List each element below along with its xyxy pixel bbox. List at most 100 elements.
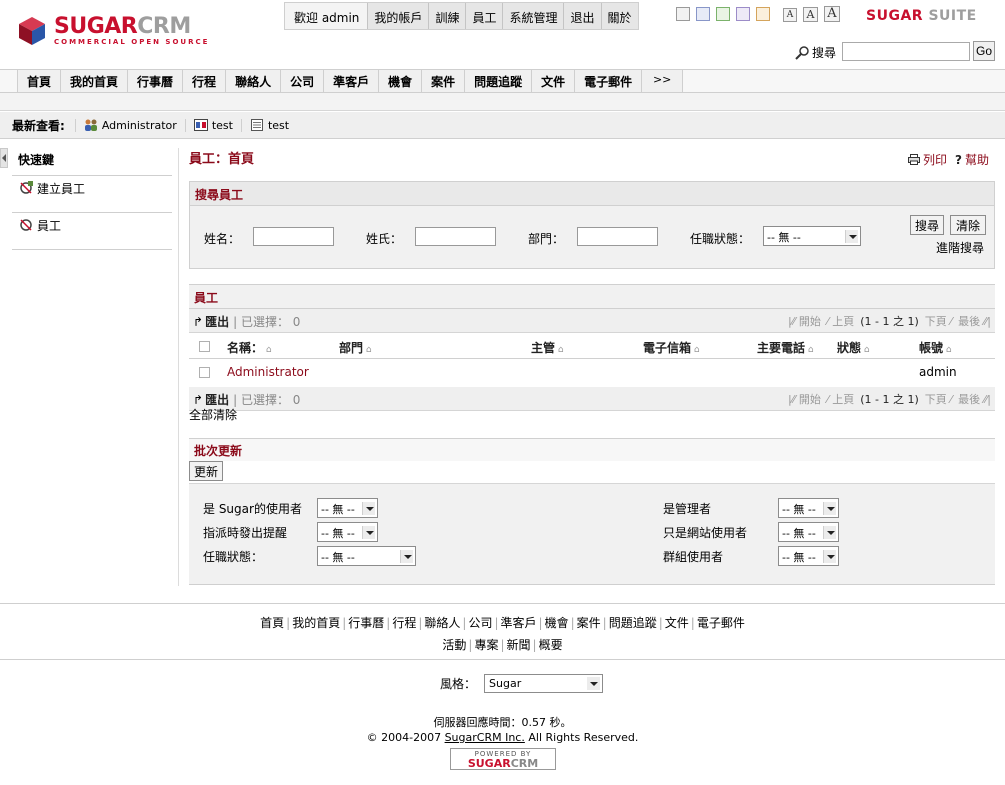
footer-link[interactable]: 機會 — [545, 616, 569, 630]
footer-link[interactable]: 聯絡人 — [424, 616, 460, 630]
notify-on-assign-select[interactable]: -- 無 -- — [317, 522, 378, 542]
employee-name-link[interactable]: Administrator — [227, 365, 309, 379]
col-phone[interactable]: 主要電話 — [757, 339, 814, 356]
is-admin-select[interactable]: -- 無 -- — [778, 498, 839, 518]
pager-prev[interactable]: ⁄ 上頁 — [827, 391, 854, 407]
my-account-link[interactable]: 我的帳戶 — [368, 3, 430, 29]
last-viewed-item[interactable]: Administrator — [74, 118, 185, 132]
font-size-small[interactable]: A — [783, 8, 797, 22]
shortcut-employees[interactable]: 員工 — [12, 213, 172, 250]
group-user-select[interactable]: -- 無 -- — [778, 546, 839, 566]
tab-leads[interactable]: 準客戶 — [323, 70, 379, 92]
tab-cases[interactable]: 案件 — [421, 70, 465, 92]
chevron-down-icon — [362, 502, 375, 515]
tab-opportunities[interactable]: 機會 — [378, 70, 422, 92]
pager-start[interactable]: |⁄⁄ 開始 — [788, 313, 821, 329]
advanced-search-link[interactable]: 進階搜尋 — [936, 239, 984, 256]
theme-swatch-green[interactable] — [716, 7, 730, 21]
footer-link[interactable]: 概要 — [539, 638, 563, 652]
chevron-down-icon — [845, 230, 858, 243]
theme-swatch-blue[interactable] — [696, 7, 710, 21]
pager-end[interactable]: 最後 ⁄⁄| — [958, 313, 991, 329]
footer-links-row2: 活動 | 專案 | 新聞 | 概要 — [442, 638, 563, 652]
tab-calendar[interactable]: 行事曆 — [127, 70, 183, 92]
theme-swatch-orange[interactable] — [756, 7, 770, 21]
print-link[interactable]: 列印 — [908, 151, 947, 168]
shortcut-create-employee[interactable]: 建立員工 — [12, 176, 172, 213]
row-checkbox[interactable] — [199, 367, 210, 378]
sugarcrm-inc-link[interactable]: SugarCRM Inc. — [445, 731, 525, 744]
tab-documents[interactable]: 文件 — [531, 70, 575, 92]
footer-link[interactable]: 公司 — [468, 616, 492, 630]
footer-link[interactable]: 行事曆 — [348, 616, 384, 630]
footer-link[interactable]: 專案 — [474, 638, 498, 652]
footer-links-row1: 首頁 | 我的首頁 | 行事曆 | 行程 | 聯絡人 | 公司 | 準客戶 | 機會 | 案件 | 問題追蹤 | 文件 |… — [260, 616, 745, 630]
sugarcrm-logo[interactable]: SUGARCRM COMMERCIAL OPEN SOURCE — [16, 14, 216, 50]
col-username[interactable]: 帳號 — [919, 339, 952, 356]
pager-next[interactable]: 下頁 ⁄ — [925, 313, 952, 329]
clear-button[interactable]: 清除 — [950, 215, 986, 235]
tab-emails[interactable]: 電子郵件 — [574, 70, 642, 92]
help-link[interactable]: ? 幫助 — [955, 151, 989, 168]
pager-end[interactable]: 最後 ⁄⁄| — [958, 391, 991, 407]
theme-swatch-purple[interactable] — [736, 7, 750, 21]
tab-activities[interactable]: 行程 — [182, 70, 226, 92]
tab-contacts[interactable]: 聯絡人 — [225, 70, 281, 92]
last-name-input[interactable] — [415, 227, 496, 246]
logout-link[interactable]: 退出 — [564, 3, 602, 29]
tab-bugs[interactable]: 問題追蹤 — [464, 70, 532, 92]
col-department[interactable]: 部門 — [339, 339, 372, 356]
tab-more[interactable]: >> — [641, 70, 684, 92]
export-button[interactable]: ↱ 匯出 — [193, 313, 229, 330]
last-viewed-item[interactable]: test — [184, 118, 241, 132]
department-label: 部門： — [528, 232, 565, 246]
font-size-large[interactable]: A — [824, 6, 840, 22]
shortcuts-panel: 快速鍵 建立員工 員工 — [12, 148, 172, 250]
about-link[interactable]: 關於 — [602, 3, 638, 29]
last-viewed-item[interactable]: test — [240, 118, 297, 132]
collapse-sidebar-handle[interactable] — [0, 148, 8, 168]
update-button[interactable]: 更新 — [189, 461, 223, 481]
global-search-input[interactable] — [842, 42, 970, 61]
search-button[interactable]: 搜尋 — [910, 215, 944, 235]
tab-my-portal[interactable]: 我的首頁 — [60, 70, 128, 92]
clear-all-link[interactable]: 全部清除 — [189, 406, 237, 423]
col-manager[interactable]: 主管 — [531, 339, 564, 356]
pager-prev[interactable]: ⁄ 上頁 — [827, 313, 854, 329]
first-name-input[interactable] — [253, 227, 334, 246]
col-status[interactable]: 狀態 — [837, 339, 870, 356]
powered-by-sugarcrm-badge[interactable]: POWERED BY SUGARCRM — [450, 748, 556, 770]
employees-link[interactable]: 員工 — [466, 3, 504, 29]
select-all-checkbox[interactable] — [199, 341, 210, 352]
col-email[interactable]: 電子信箱 — [643, 339, 700, 356]
theme-select[interactable]: Sugar — [484, 674, 604, 693]
footer-link[interactable]: 活動 — [442, 638, 466, 652]
footer-link[interactable]: 新聞 — [507, 638, 531, 652]
pager-next[interactable]: 下頁 ⁄ — [925, 391, 952, 407]
is-sugar-user-select[interactable]: -- 無 -- — [317, 498, 378, 518]
prev-page-icon: ⁄ — [826, 315, 829, 328]
footer-link[interactable]: 文件 — [665, 616, 689, 630]
tab-home[interactable]: 首頁 — [17, 70, 61, 92]
global-search-go-button[interactable]: Go — [973, 41, 995, 61]
theme-swatch-gray[interactable] — [676, 7, 690, 21]
footer-link[interactable]: 首頁 — [260, 616, 284, 630]
footer-link[interactable]: 我的首頁 — [292, 616, 340, 630]
status-select[interactable]: -- 無 -- — [763, 226, 861, 246]
footer-link[interactable]: 行程 — [392, 616, 416, 630]
first-page-icon: |⁄⁄ — [787, 393, 796, 406]
footer-link[interactable]: 問題追蹤 — [609, 616, 657, 630]
training-link[interactable]: 訓練 — [429, 3, 467, 29]
tab-accounts[interactable]: 公司 — [280, 70, 324, 92]
department-input[interactable] — [577, 227, 658, 246]
portal-only-select[interactable]: -- 無 -- — [778, 522, 839, 542]
footer-link[interactable]: 電子郵件 — [697, 616, 745, 630]
admin-link[interactable]: 系統管理 — [503, 3, 565, 29]
footer-link[interactable]: 案件 — [577, 616, 601, 630]
chevron-down-icon — [823, 550, 836, 563]
font-size-medium[interactable]: A — [803, 7, 818, 22]
pager-start[interactable]: |⁄⁄ 開始 — [788, 391, 821, 407]
col-name[interactable]: 名稱： — [227, 339, 272, 356]
employee-status-select[interactable]: -- 無 -- — [317, 546, 416, 566]
footer-link[interactable]: 準客戶 — [501, 616, 537, 630]
